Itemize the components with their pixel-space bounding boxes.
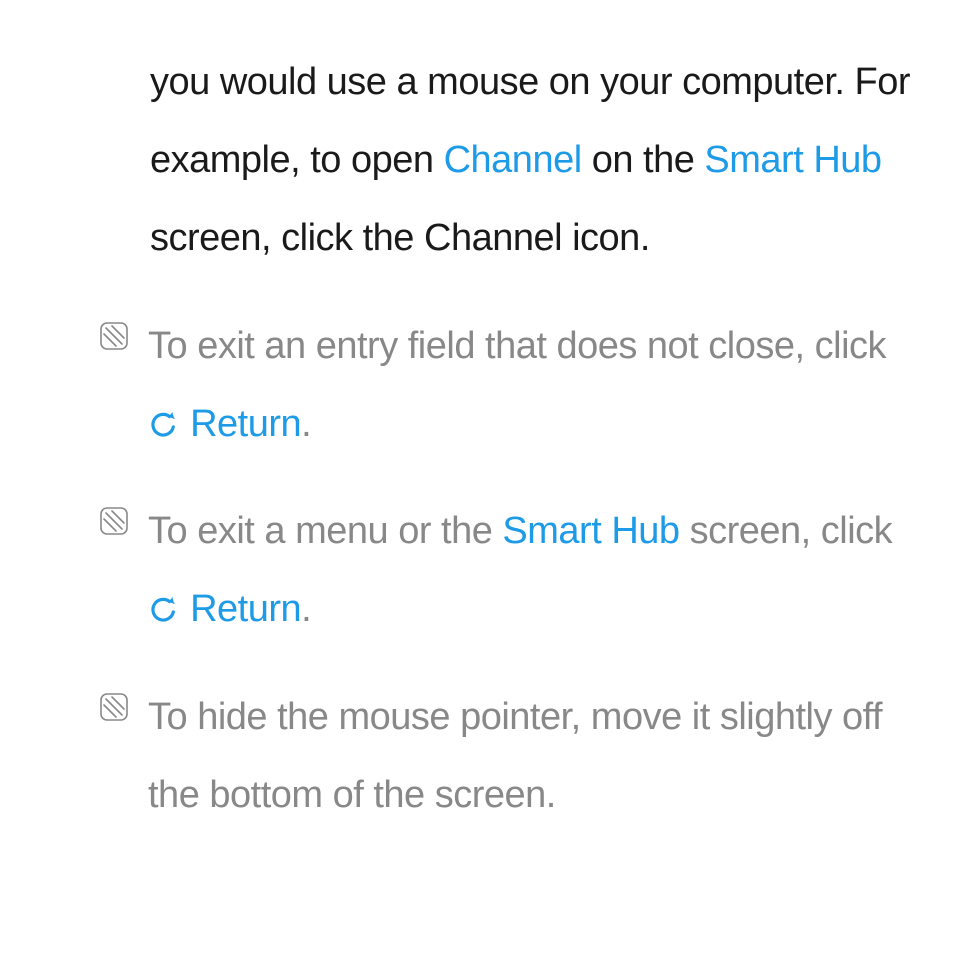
smart-hub-link: Smart Hub xyxy=(502,510,679,552)
note-body: To exit an entry field that does not clo… xyxy=(148,308,914,464)
note-item: To exit an entry field that does not clo… xyxy=(98,308,914,464)
channel-link: Channel xyxy=(444,139,582,181)
return-icon xyxy=(148,573,178,651)
return-action: Return xyxy=(148,403,301,445)
text-run: screen, click the Channel icon. xyxy=(150,217,650,259)
note-item: To hide the mouse pointer, move it sligh… xyxy=(98,679,914,835)
text-run: To exit an entry field that does not clo… xyxy=(148,325,886,367)
return-action: Return xyxy=(148,588,301,630)
text-run: To exit a menu or the xyxy=(148,510,502,552)
note-body: To hide the mouse pointer, move it sligh… xyxy=(148,679,914,835)
return-label: Return xyxy=(190,588,301,630)
note-icon xyxy=(98,320,130,352)
return-label: Return xyxy=(190,403,301,445)
document-page: you would use a mouse on your computer. … xyxy=(0,0,954,835)
return-icon xyxy=(148,388,178,466)
note-icon xyxy=(98,691,130,723)
note-icon xyxy=(98,505,130,537)
note-body: To exit a menu or the Smart Hub screen, … xyxy=(148,493,914,649)
text-run: . xyxy=(301,588,311,630)
intro-paragraph: you would use a mouse on your computer. … xyxy=(150,44,914,278)
text-run: on the xyxy=(582,139,705,181)
note-item: To exit a menu or the Smart Hub screen, … xyxy=(98,493,914,649)
text-run: To hide the mouse pointer, move it sligh… xyxy=(148,696,882,816)
text-run: screen, click xyxy=(680,510,893,552)
smart-hub-link: Smart Hub xyxy=(704,139,881,181)
text-run: . xyxy=(301,403,311,445)
